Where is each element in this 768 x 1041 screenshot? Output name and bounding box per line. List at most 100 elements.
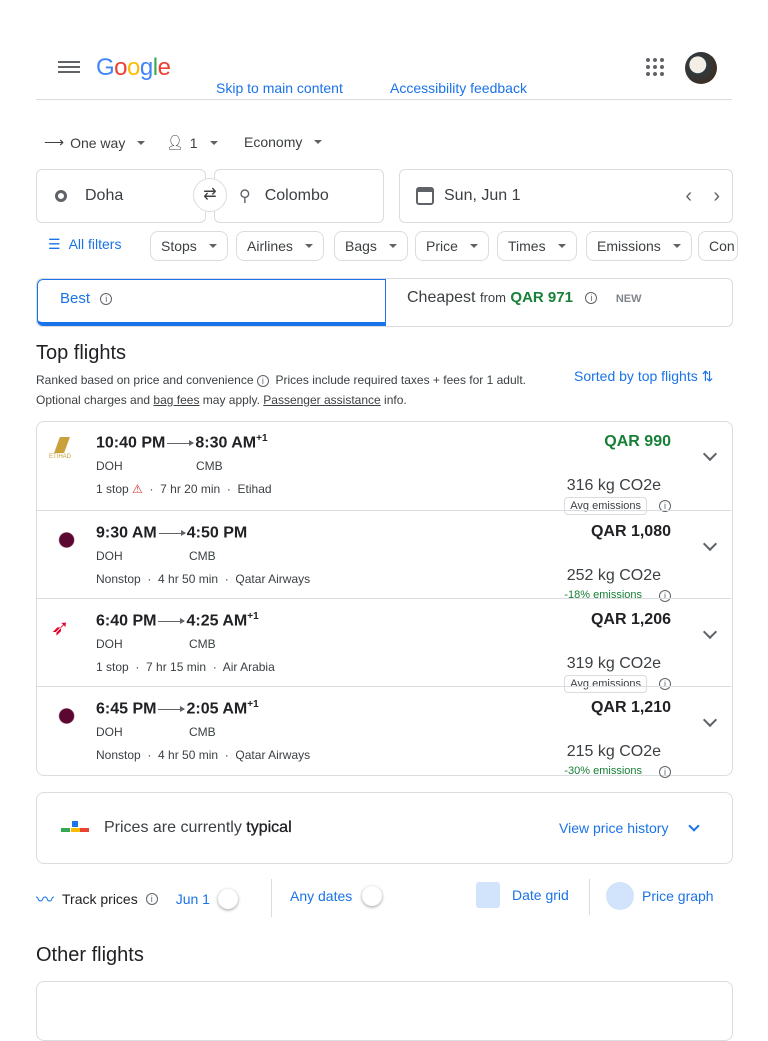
circle-icon (55, 190, 67, 202)
arrow-right-icon: ⟶ (44, 134, 65, 150)
passenger-assistance-link[interactable]: Passenger assistance (263, 393, 380, 407)
co2-emissions: 215 kg CO2e (566, 743, 661, 760)
etihad-logo: ETIHAD (49, 437, 77, 463)
arrow-icon (167, 439, 195, 446)
flight-row[interactable]: 6:45 PM 2:05 AM+1 DOH CMB Nonstop · 4 hr … (37, 686, 731, 778)
tab-cheapest[interactable]: Cheapest from QAR 971 i NEW (407, 289, 642, 307)
destination-code: CMB (196, 459, 223, 473)
price-insight-card: Prices are currently typical View price … (36, 792, 733, 864)
previous-date-icon[interactable]: ‹ (685, 185, 692, 208)
flight-times: 6:45 PM 2:05 AM+1 (96, 699, 259, 718)
destination-input[interactable]: ⚲ Colombo (214, 169, 384, 223)
destination-code: CMB (189, 549, 216, 563)
expand-chevron-icon[interactable] (702, 624, 718, 640)
origin-value: Doha (85, 187, 124, 204)
passengers-label: 1 (189, 134, 198, 151)
skip-link[interactable]: Skip to main content (216, 80, 343, 96)
track-date-toggle[interactable] (217, 889, 238, 909)
price-level-icon (61, 821, 89, 835)
person-icon: 👤︎ (166, 134, 184, 150)
date-grid-icon (476, 882, 500, 908)
filter-sliders-icon: ☰ (48, 236, 61, 252)
origin-input[interactable]: Doha (36, 169, 206, 223)
flight-price: QAR 1,210 (590, 699, 671, 716)
departure-date-input[interactable]: Sun, Jun 1 ‹ › (399, 169, 733, 223)
caret-icon (209, 140, 218, 145)
swap-button[interactable]: ⇄ (193, 178, 227, 212)
origin-code: DOH (96, 459, 123, 473)
tab-best[interactable]: Best i (37, 279, 386, 326)
price-insight-text: Prices are currently typical (104, 819, 292, 836)
expand-chevron-icon[interactable] (702, 446, 718, 462)
info-icon[interactable]: i (256, 374, 269, 387)
qatar-airways-logo (51, 703, 77, 729)
flight-price: QAR 1,206 (590, 611, 671, 628)
price-graph-button[interactable]: Price graph (606, 882, 714, 910)
any-dates: Any dates (290, 886, 383, 906)
date-value: Sun, Jun 1 (444, 187, 521, 204)
other-flights-heading: Other flights (36, 944, 144, 966)
sort-tabs: Best i Cheapest from QAR 971 i NEW (36, 278, 733, 327)
view-price-history-button[interactable]: View price history (559, 820, 701, 836)
flight-row[interactable]: ➶ 6:40 PM 4:25 AM+1 DOH CMB 1 stop · 7 hr … (37, 598, 731, 693)
info-icon[interactable]: i (659, 766, 671, 778)
flight-row[interactable]: ETIHAD 10:40 PM 8:30 AM+1 DOH CMB 1 stop ⚠… (37, 421, 731, 515)
top-flights-heading: Top flights (36, 342, 127, 364)
chevron-down-icon (688, 820, 701, 832)
info-icon[interactable]: i (145, 893, 158, 905)
origin-code: DOH (96, 549, 123, 563)
expand-chevron-icon[interactable] (702, 712, 718, 728)
flight-details: 1 stop · 7 hr 15 min · Air Arabia (96, 660, 275, 674)
flight-row[interactable]: 9:30 AM 4:50 PM DOH CMB Nonstop · 4 hr 50… (37, 510, 731, 602)
flight-times: 6:40 PM 4:25 AM+1 (96, 611, 259, 630)
any-dates-toggle[interactable] (362, 886, 383, 906)
expand-chevron-icon[interactable] (702, 536, 718, 552)
all-filters-label: All filters (68, 236, 122, 252)
price-graph-icon (606, 882, 634, 910)
divider (36, 99, 732, 100)
filter-airlines[interactable]: Airlines (236, 231, 324, 261)
accessibility-feedback-link[interactable]: Accessibility feedback (390, 80, 527, 96)
flight-details: Nonstop · 4 hr 50 min · Qatar Airways (96, 748, 311, 762)
destination-code: CMB (189, 725, 216, 739)
trend-icon: 〰 (36, 890, 54, 910)
flight-price: QAR 990 (604, 433, 671, 450)
new-badge: NEW (615, 293, 642, 305)
co2-emissions: 316 kg CO2e (566, 477, 661, 494)
arrow-icon (158, 617, 186, 624)
location-pin-icon: ⚲ (239, 188, 251, 205)
date-grid-button[interactable]: Date grid (476, 882, 569, 908)
bag-fees-link[interactable]: bag fees (153, 393, 199, 407)
sort-arrows-icon: ⇅ (701, 368, 714, 384)
trip-type-label: One way (70, 134, 126, 151)
apps-grid-icon[interactable] (646, 58, 664, 76)
flight-price: QAR 1,080 (590, 523, 671, 540)
filter-bags[interactable]: Bags (334, 231, 408, 261)
google-logo[interactable]: Google (96, 54, 171, 82)
filter-stops[interactable]: Stops (150, 231, 228, 261)
filter-connecting-airports[interactable]: Con (698, 231, 738, 261)
next-date-icon[interactable]: › (713, 185, 720, 208)
all-filters-button[interactable]: ☰ All filters (48, 236, 121, 253)
filter-price[interactable]: Price (415, 231, 489, 261)
cabin-select[interactable]: Economy (244, 134, 323, 150)
filter-emissions[interactable]: Emissions (586, 231, 692, 261)
filter-times[interactable]: Times (497, 231, 577, 261)
main-menu-icon[interactable] (58, 58, 80, 78)
other-flights-list (36, 981, 733, 1041)
calendar-icon (416, 187, 434, 205)
arrow-icon (158, 705, 186, 712)
flight-details: Nonstop · 4 hr 50 min · Qatar Airways (96, 572, 311, 586)
emissions-badge: -30% emissions (564, 765, 642, 777)
warning-icon: ⚠ (132, 482, 143, 496)
flight-times: 9:30 AM 4:50 PM (96, 524, 248, 542)
air-arabia-logo: ➶ (51, 615, 70, 640)
caret-icon (137, 140, 146, 145)
sort-button[interactable]: Sorted by top flights ⇅ (574, 368, 713, 385)
trip-type-select[interactable]: ⟶ One way (44, 134, 146, 151)
avatar[interactable] (685, 52, 717, 84)
passengers-select[interactable]: 👤︎ 1 (166, 134, 218, 151)
destination-value: Colombo (264, 187, 329, 204)
flight-times: 10:40 PM 8:30 AM+1 (96, 433, 268, 452)
destination-code: CMB (189, 637, 216, 651)
